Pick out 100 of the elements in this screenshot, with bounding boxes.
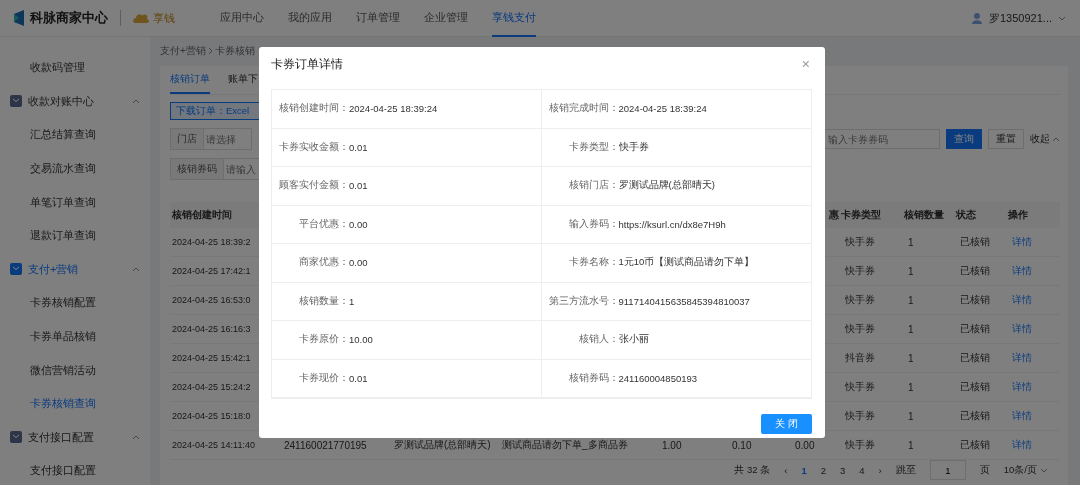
column-header: 惠 (828, 208, 839, 222)
sidebar-item[interactable]: 微信营销活动 (0, 353, 150, 387)
details-link[interactable]: 详情 (1012, 323, 1032, 334)
jump-label: 跳至 (895, 463, 916, 477)
table-cell-text: 快手券 (844, 264, 876, 278)
page-number[interactable]: 3 (840, 464, 846, 476)
field-value: 张小丽 (618, 333, 649, 347)
sidebar-group[interactable]: 支付+营销 (0, 252, 150, 287)
user-icon (971, 12, 983, 24)
collapse-toggle[interactable]: 收起 (1030, 132, 1060, 146)
field-value: 1 (349, 295, 355, 307)
table-cell-text: 2024-04-25 16:53:0 (171, 295, 252, 305)
chevron-up-icon (132, 434, 140, 440)
prev-page[interactable]: ‹ (784, 464, 788, 476)
jump-field[interactable]: 1 (929, 460, 966, 480)
table-cell-text: 快手券 (844, 409, 876, 423)
dialog-title: 卡券订单详情 (271, 55, 343, 73)
download-banner[interactable]: 下载订单：Excel (170, 102, 260, 120)
product-name: 科脉商家中心 (30, 9, 108, 27)
table-cell-text: 快手券 (844, 235, 876, 249)
field-value: 快手券 (618, 140, 649, 154)
store-label: 门店 (170, 128, 204, 150)
next-page[interactable]: › (878, 464, 882, 476)
nav-tab[interactable]: 享钱支付 (492, 0, 536, 37)
breadcrumb-item[interactable]: 卡券核销 (214, 44, 255, 58)
table-cell-text: 2024-04-25 15:42:1 (171, 353, 252, 363)
details-link[interactable]: 详情 (1012, 410, 1032, 421)
table-cell-text: 1 (907, 236, 915, 248)
sidebar-item[interactable]: 卡券单品核销 (0, 319, 150, 354)
table-cell-text: 2024-04-25 18:39:2 (171, 237, 252, 247)
table-cell-text: 2024-04-25 16:16:3 (171, 324, 252, 334)
field-label: 核销人： (577, 333, 619, 347)
table-cell-text: 已核销 (959, 293, 991, 307)
field-label: 顾客实付金额： (278, 179, 349, 193)
table-cell-text: 已核销 (959, 235, 991, 249)
table-cell-text: 抖音券 (844, 351, 876, 365)
table-cell-text: 罗测试品牌(总部晴天) (393, 438, 492, 452)
logo-icon (14, 10, 24, 26)
page-unit: 页 (979, 463, 990, 477)
details-link[interactable]: 详情 (1012, 381, 1032, 392)
sidebar-item[interactable]: 汇总结算查询 (0, 118, 150, 152)
sidebar-item[interactable]: 收款码管理 (0, 51, 150, 85)
chevron-down-icon (1040, 467, 1048, 473)
table-cell-text: 1 (907, 352, 915, 364)
sidebar-item[interactable]: 卡券核销查询 (0, 386, 150, 421)
details-link[interactable]: 详情 (1012, 236, 1032, 247)
field-value: 0.01 (349, 141, 368, 153)
table-cell-text: 1 (907, 439, 915, 451)
table-cell-text: 2024-04-25 15:18:0 (171, 411, 252, 421)
table-cell-text: 2024-04-25 15:24:2 (171, 382, 252, 392)
table-cell-text: 1 (907, 323, 915, 335)
details-link[interactable]: 详情 (1012, 265, 1032, 276)
page-number[interactable]: 4 (859, 464, 865, 476)
query-button[interactable]: 查询 (946, 129, 982, 149)
field-value: 2024-04-25 18:39:24 (349, 103, 438, 115)
user-name[interactable]: 罗1350921... (989, 10, 1052, 26)
chevron-up-icon (132, 266, 140, 272)
nav-tab[interactable]: 我的应用 (288, 0, 332, 37)
table-cell-text: 快手券 (844, 293, 876, 307)
sidebar-item[interactable]: 支付接口配置 (0, 454, 150, 485)
field-label: 核销门店： (567, 179, 619, 193)
sidebar-item[interactable]: 退款订单查询 (0, 218, 150, 253)
field-label: 卡券名称： (567, 256, 619, 270)
field-value: 0.01 (349, 180, 368, 192)
table-cell-text: 2024-04-25 14:11:40 (171, 440, 256, 450)
sidebar-item[interactable]: 交易流水查询 (0, 151, 150, 186)
store-select[interactable]: 请选择 (204, 128, 252, 150)
close-button[interactable]: × (799, 56, 812, 72)
chevron-up-icon (1052, 136, 1060, 142)
page-size-select[interactable]: 10条/页 (1003, 463, 1048, 477)
field-label: 平台优惠： (298, 217, 349, 231)
table-cell-text: 0.10 (731, 439, 753, 451)
sidebar-item[interactable]: 卡券核销配置 (0, 286, 150, 320)
field-value: 9117140415635845394810037 (618, 295, 750, 307)
field-label: 卡券实收金额： (278, 140, 349, 154)
table-cell-text: 测试商品请勿下单_多商品券 (501, 438, 629, 452)
table-cell-text: 已核销 (959, 322, 991, 336)
table-cell-text: 快手券 (844, 380, 876, 394)
total-count: 共 32 条 (734, 463, 771, 477)
tab[interactable]: 核销订单 (170, 66, 210, 94)
close-dialog-button[interactable]: 关 闭 (761, 414, 812, 434)
details-link[interactable]: 详情 (1012, 352, 1032, 363)
table-cell-text: 0.00 (794, 439, 816, 451)
field-label: 卡券原价： (298, 333, 349, 347)
page-number[interactable]: 2 (820, 464, 826, 476)
reset-button[interactable]: 重置 (988, 129, 1024, 149)
field-value: 2024-04-25 18:39:24 (618, 103, 707, 115)
nav-tab[interactable]: 应用中心 (220, 0, 264, 37)
details-link[interactable]: 详情 (1012, 439, 1032, 450)
field-value: 0.00 (349, 218, 368, 230)
nav-tab[interactable]: 企业管理 (424, 0, 468, 37)
tab[interactable]: 账单下 (228, 66, 258, 94)
column-header: 操作 (1007, 208, 1029, 222)
sidebar-item[interactable]: 单笔订单查询 (0, 185, 150, 219)
sidebar-group[interactable]: 支付接口配置 (0, 420, 150, 455)
brand-name: 享钱 (153, 10, 175, 26)
nav-tab[interactable]: 订单管理 (356, 0, 400, 37)
page-number[interactable]: 1 (801, 464, 807, 476)
details-link[interactable]: 详情 (1012, 294, 1032, 305)
sidebar-group[interactable]: 收款对账中心 (0, 84, 150, 119)
